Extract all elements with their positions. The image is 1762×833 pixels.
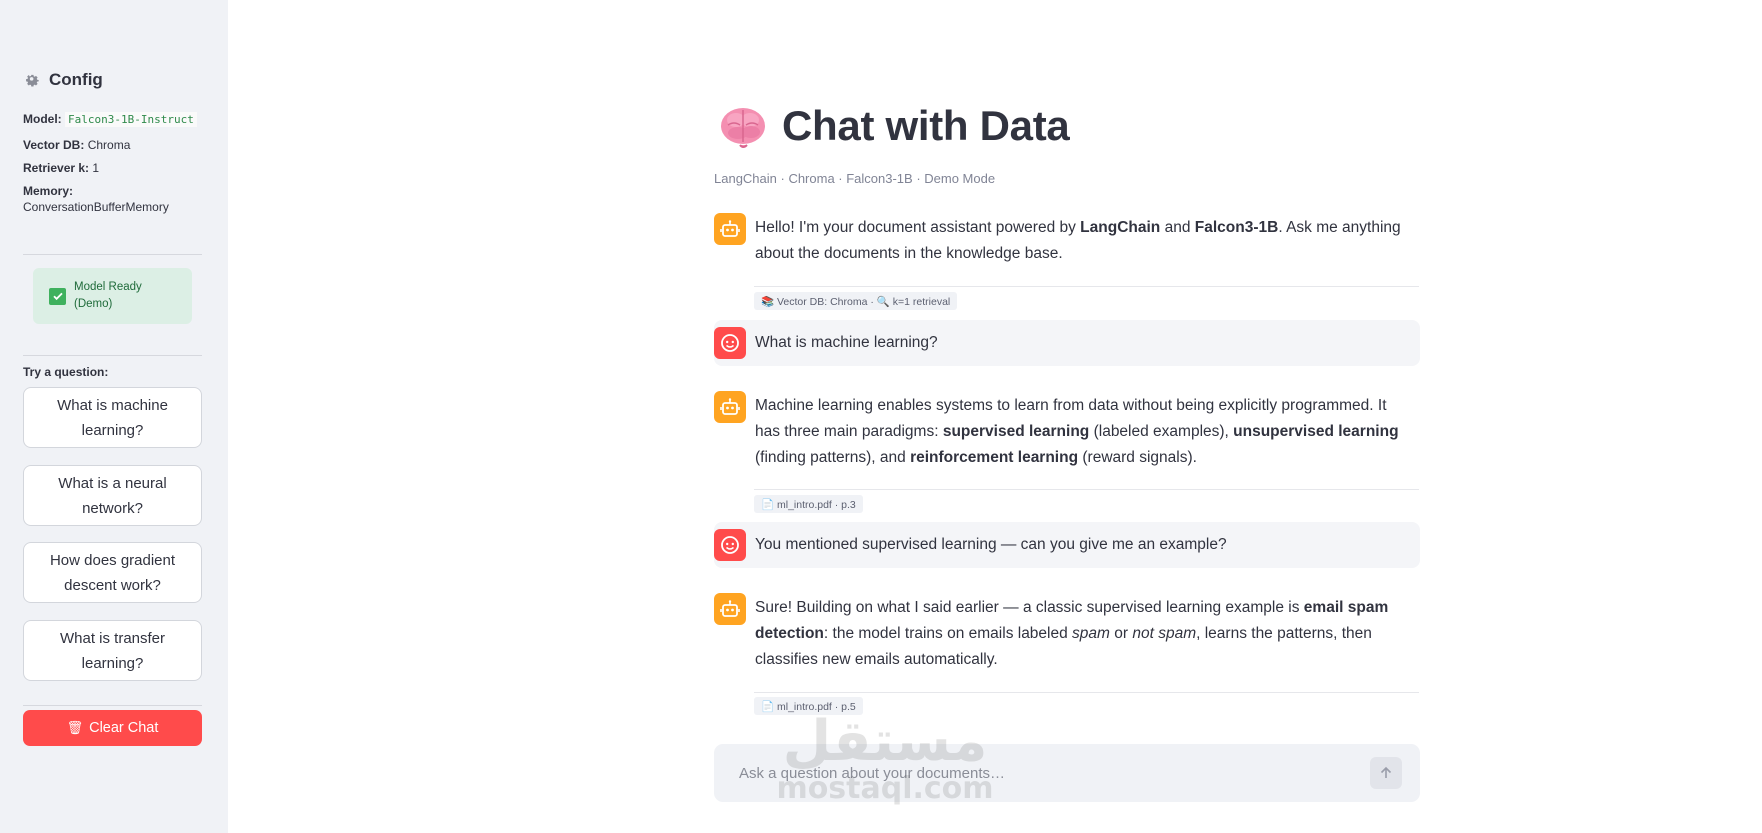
chat-input[interactable]: Ask a question about your documents… — [714, 744, 1420, 802]
user-message: You mentioned supervised learning — can … — [714, 522, 1420, 568]
assistant-message-text: Sure! Building on what I said earlier — … — [755, 593, 1408, 673]
page-title: Chat with Data — [782, 102, 1070, 149]
text-segment: Hello! I'm your document assistant power… — [755, 219, 1081, 236]
suggested-question-button[interactable]: What is transfer learning? — [23, 620, 202, 681]
config-memory: Memory: ConversationBufferMemory — [23, 183, 203, 215]
sidebar-title: Config — [23, 70, 103, 90]
text-segment: (reward signals). — [1078, 449, 1197, 466]
assistant-message: Hello! I'm your document assistant power… — [714, 213, 1420, 267]
page-subtitle: LangChain · Chroma · Falcon3-1B · Demo M… — [714, 171, 996, 186]
sidebar-divider — [23, 705, 202, 706]
text-italic: spam — [1072, 625, 1110, 642]
page-header: Chat with Data — [718, 101, 1070, 151]
config-panel: Model: Falcon3-1B-Instruct Vector DB: Ch… — [23, 110, 203, 222]
bot-avatar-icon — [714, 213, 746, 245]
sidebar-divider — [23, 355, 202, 356]
config-memory-value: ConversationBufferMemory — [23, 200, 169, 214]
config-retriever-label: Retriever k: — [23, 161, 90, 175]
send-button[interactable] — [1370, 757, 1402, 789]
text-segment: (finding patterns), and — [755, 449, 911, 466]
text-segment: (labeled examples), — [1089, 423, 1234, 440]
check-icon — [49, 287, 66, 305]
clear-chat-button[interactable]: 🗑 Clear Chat — [23, 710, 202, 746]
source-tag: 📚 Vector DB: Chroma · 🔍 k=1 retrieval — [754, 292, 958, 310]
message-separator — [754, 489, 1419, 490]
model-status-badge: Model Ready (Demo) — [33, 268, 192, 324]
text-segment: and — [1160, 219, 1195, 236]
config-retriever: Retriever k: 1 — [23, 160, 203, 176]
sidebar: Config Model: Falcon3-1B-Instruct Vector… — [0, 0, 228, 833]
gear-icon — [26, 74, 39, 87]
source-tag: 📄 ml_intro.pdf · p.5 — [754, 697, 863, 715]
arrow-up-icon — [1380, 766, 1392, 778]
brain-icon — [721, 108, 765, 148]
user-message: What is machine learning? — [714, 320, 1420, 366]
text-bold: LangChain — [1080, 219, 1161, 236]
config-vectordb-label: Vector DB: — [23, 138, 85, 152]
bot-avatar-icon — [714, 391, 746, 423]
text-segment: or — [1109, 625, 1133, 642]
sidebar-divider — [23, 254, 202, 255]
clear-chat-label: Clear Chat — [89, 720, 159, 736]
chat-input-placeholder: Ask a question about your documents… — [739, 764, 1005, 782]
user-avatar-icon — [714, 327, 746, 359]
config-model-value: Falcon3-1B-Instruct — [65, 112, 197, 127]
message-separator — [754, 692, 1419, 693]
user-message-text: What is machine learning? — [755, 334, 938, 351]
text-segment: Sure! Building on what I said earlier — … — [755, 599, 1304, 616]
config-vectordb-value: Chroma — [87, 138, 131, 152]
text-bold: Falcon3-1B — [1194, 219, 1279, 236]
bot-avatar-icon — [714, 593, 746, 625]
suggested-question-button[interactable]: What is a neural network? — [23, 465, 202, 526]
chat-main: Chat with Data LangChain · Chroma · Falc… — [714, 0, 1420, 833]
suggested-question-button[interactable]: How does gradient descent work? — [23, 542, 202, 603]
model-status-text: Model Ready (Demo) — [74, 281, 142, 310]
config-model: Model: Falcon3-1B-Instruct — [23, 110, 203, 130]
config-vectordb: Vector DB: Chroma — [23, 137, 203, 153]
message-separator — [754, 286, 1419, 287]
sidebar-title-text: Config — [49, 70, 103, 89]
assistant-message-text: Hello! I'm your document assistant power… — [755, 213, 1408, 267]
text-bold: supervised learning — [942, 423, 1090, 440]
text-bold: unsupervised learning — [1233, 423, 1399, 440]
config-retriever-value: 1 — [92, 161, 100, 175]
config-memory-label: Memory: — [23, 184, 74, 198]
text-bold: reinforcement learning — [910, 449, 1079, 466]
source-tag: 📄 ml_intro.pdf · p.3 — [754, 495, 863, 513]
user-message-text: You mentioned supervised learning — can … — [755, 536, 1227, 553]
trash-icon: 🗑 — [66, 720, 84, 735]
assistant-message-text: Machine learning enables systems to lear… — [755, 391, 1408, 471]
assistant-message: Machine learning enables systems to lear… — [714, 391, 1420, 471]
user-avatar-icon — [714, 529, 746, 561]
try-question-label: Try a question: — [23, 365, 109, 379]
text-segment: : the model trains on emails labeled — [823, 625, 1073, 642]
config-model-label: Model: — [23, 112, 62, 126]
text-italic: not spam — [1132, 625, 1197, 642]
assistant-message: Sure! Building on what I said earlier — … — [714, 593, 1420, 673]
suggested-question-button[interactable]: What is machine learning? — [23, 387, 202, 448]
